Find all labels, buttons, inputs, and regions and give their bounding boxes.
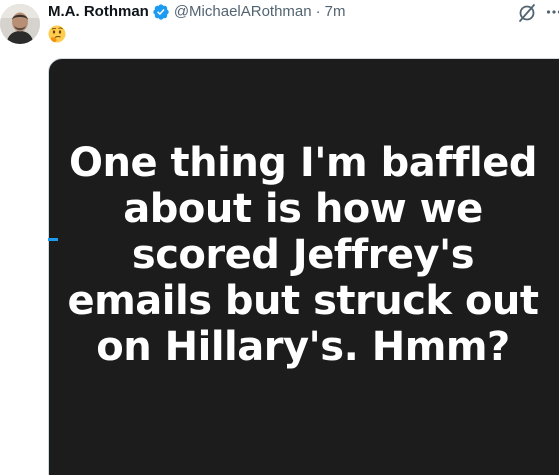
- author-handle[interactable]: @MichaelARothman: [174, 2, 312, 22]
- author-display-name[interactable]: M.A. Rothman: [48, 2, 149, 22]
- header-separator: ·: [315, 3, 321, 20]
- verified-badge-icon[interactable]: [152, 3, 170, 21]
- author-avatar[interactable]: [0, 4, 40, 44]
- media-text-line: about is how we: [123, 186, 483, 232]
- avatar-image: [0, 4, 40, 44]
- thinking-face-emoji-icon: [48, 25, 66, 43]
- media-text-line: emails but struck out: [67, 278, 539, 324]
- tweet-header: M.A. Rothman @MichaelARothman · 7m: [48, 1, 345, 23]
- more-options-icon[interactable]: [546, 2, 559, 20]
- tweet-timestamp[interactable]: 7m: [325, 2, 346, 22]
- grok-icon[interactable]: [516, 3, 538, 23]
- media-text-line: scored Jeffrey's: [131, 232, 475, 278]
- media-text-line: One thing I'm baffled: [68, 140, 538, 186]
- media-text-line: on Hillary's. Hmm?: [96, 324, 510, 370]
- media-image-text: One thing I'm baffled about is how we sc…: [48, 140, 558, 370]
